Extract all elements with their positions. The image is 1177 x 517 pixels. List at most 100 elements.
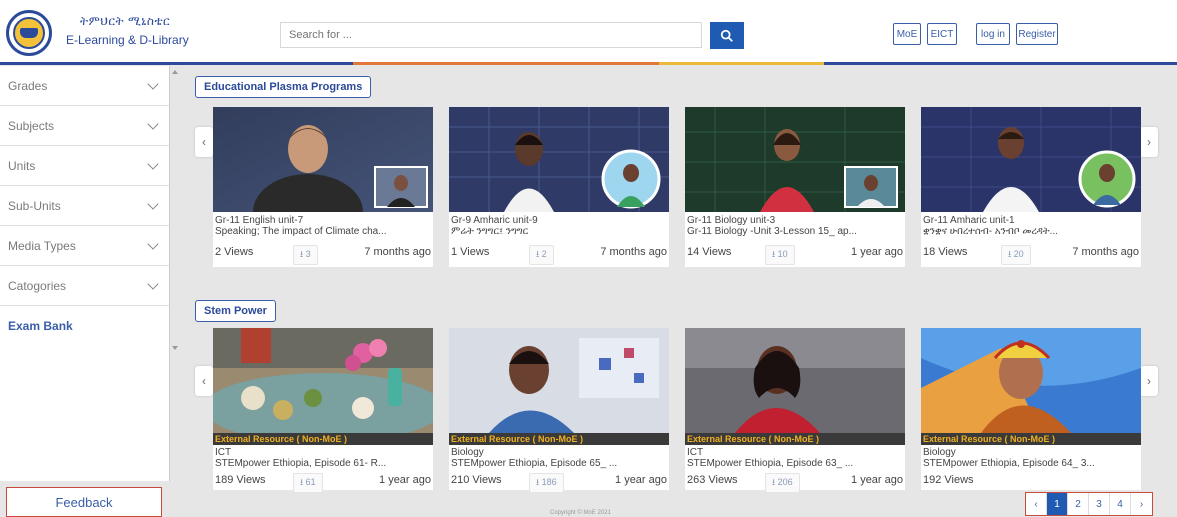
- video-card[interactable]: External Resource ( Non-MoE ) Biology ST…: [449, 328, 669, 493]
- video-card[interactable]: Gr-11 English unit-7 Speaking; The impac…: [213, 107, 433, 267]
- download-count-badge[interactable]: ⭳ 61: [293, 473, 323, 493]
- carousel-prev-button[interactable]: ‹: [195, 127, 213, 157]
- video-card[interactable]: External Resource ( Non-MoE ) ICT STEMpo…: [213, 328, 433, 493]
- video-card[interactable]: Gr-11 Biology unit-3 Gr-11 Biology -Unit…: [685, 107, 905, 267]
- search-input[interactable]: [280, 22, 702, 48]
- chevron-down-icon: [147, 157, 159, 170]
- download-count: 20: [1013, 249, 1024, 259]
- download-count-badge[interactable]: ⭳ 3: [293, 245, 318, 265]
- video-grade-unit: Gr-11 Amharic unit-1: [923, 215, 1015, 226]
- download-count-badge[interactable]: ⭳ 206: [765, 473, 800, 493]
- page-button-4[interactable]: 4: [1110, 493, 1131, 515]
- video-title[interactable]: STEMpower Ethiopia, Episode 64_ 3...: [921, 458, 1141, 469]
- download-icon: ⭳: [772, 477, 776, 487]
- sidebar-item-categories[interactable]: Catogories: [0, 266, 169, 306]
- upload-time: 7 months ago: [364, 246, 431, 258]
- section-title-stem-power[interactable]: Stem Power: [195, 300, 276, 322]
- chevron-down-icon: [147, 117, 159, 130]
- prev-page-button[interactable]: ‹: [1026, 493, 1047, 515]
- external-resource-band: External Resource ( Non-MoE ): [213, 433, 433, 445]
- moe-button[interactable]: MoE: [893, 23, 921, 45]
- video-card[interactable]: Gr-11 Amharic unit-1 ቋንቋና ሁበረተሰብ- አንብቦ መ…: [921, 107, 1141, 267]
- download-count-badge[interactable]: ⭳ 186: [529, 473, 564, 493]
- chevron-right-icon: ›: [1139, 498, 1144, 510]
- sidebar-item-label: Grades: [8, 78, 48, 93]
- view-count: 192 Views: [923, 474, 974, 486]
- download-count: 10: [777, 249, 788, 259]
- view-count: 263 Views: [687, 474, 738, 486]
- download-count-badge[interactable]: ⭳ 20: [1001, 245, 1031, 265]
- view-count: 14 Views: [687, 246, 732, 258]
- video-stats: 2 Views ⭳ 3 7 months ago: [213, 243, 433, 265]
- sidebar-item-label: Exam Bank: [8, 319, 73, 333]
- video-thumbnail[interactable]: [921, 107, 1141, 212]
- video-title[interactable]: STEMpower Ethiopia, Episode 61- R...: [213, 458, 433, 469]
- video-card[interactable]: External Resource ( Non-MoE ) ICT STEMpo…: [685, 328, 905, 493]
- sidebar-item-media-types[interactable]: Media Types: [0, 226, 169, 266]
- view-count: 189 Views: [215, 474, 266, 486]
- download-count: 186: [541, 477, 557, 487]
- video-thumbnail[interactable]: [685, 328, 905, 433]
- download-count-badge[interactable]: ⭳ 2: [529, 245, 554, 265]
- upload-time: 1 year ago: [379, 474, 431, 486]
- sidebar-item-label: Units: [8, 158, 36, 173]
- video-stats: 18 Views ⭳ 20 7 months ago: [921, 243, 1141, 265]
- video-thumbnail[interactable]: [921, 328, 1141, 433]
- video-title[interactable]: Gr-11 Biology -Unit 3-Lesson 15_ ap...: [685, 226, 905, 237]
- sidebar-scrollbar[interactable]: [172, 70, 180, 350]
- sidebar-item-units[interactable]: Units: [0, 146, 169, 186]
- video-thumbnail[interactable]: [213, 107, 433, 212]
- video-card[interactable]: External Resource ( Non-MoE ) Biology ST…: [921, 328, 1141, 490]
- video-title[interactable]: ቋንቋና ሁበረተሰብ- አንብቦ መረዳት...: [921, 226, 1141, 237]
- carousel-next-button[interactable]: ›: [1140, 366, 1158, 396]
- upload-time: 7 months ago: [600, 246, 667, 258]
- sidebar-item-exam-bank[interactable]: Exam Bank: [0, 306, 169, 346]
- chevron-down-icon: [147, 277, 159, 290]
- video-title[interactable]: STEMpower Ethiopia, Episode 65_ ...: [449, 458, 669, 469]
- sidebar-item-subjects[interactable]: Subjects: [0, 106, 169, 146]
- scroll-up-icon[interactable]: [172, 70, 178, 74]
- carousel-prev-button[interactable]: ‹: [195, 366, 213, 396]
- moe-logo[interactable]: [6, 10, 52, 56]
- page-button-1[interactable]: 1: [1047, 493, 1068, 515]
- carousel-next-button[interactable]: ›: [1140, 127, 1158, 157]
- video-thumbnail[interactable]: [449, 328, 669, 433]
- video-card[interactable]: Gr-9 Amharic unit-9 ምሬት ንግግር፤ ንግግር 1 Vie…: [449, 107, 669, 267]
- copyright: Copyright © MoE 2021: [550, 510, 611, 516]
- video-thumbnail[interactable]: [213, 328, 433, 433]
- register-button[interactable]: Register: [1016, 23, 1058, 45]
- video-title[interactable]: Speaking; The impact of Climate cha...: [213, 226, 433, 237]
- search-button[interactable]: [710, 22, 744, 49]
- video-subject: Biology: [451, 447, 484, 458]
- video-thumbnail[interactable]: [449, 107, 669, 212]
- video-subject: Biology: [923, 447, 956, 458]
- brand-title: E-Learning & D-Library: [66, 33, 189, 47]
- sidebar: Grades Subjects Units Sub-Units Media Ty…: [0, 66, 170, 351]
- chevron-down-icon: [147, 197, 159, 210]
- page-button-2[interactable]: 2: [1068, 493, 1089, 515]
- upload-time: 7 months ago: [1072, 246, 1139, 258]
- video-stats: 189 Views ⭳ 61 1 year ago: [213, 471, 433, 493]
- video-thumbnail[interactable]: [685, 107, 905, 212]
- external-resource-band: External Resource ( Non-MoE ): [685, 433, 905, 445]
- login-button[interactable]: log in: [976, 23, 1010, 45]
- next-page-button[interactable]: ›: [1131, 493, 1152, 515]
- download-count-badge[interactable]: ⭳ 10: [765, 245, 795, 265]
- scroll-down-icon[interactable]: [172, 346, 178, 350]
- sidebar-empty-area: [0, 351, 170, 481]
- section-title-plasma[interactable]: Educational Plasma Programs: [195, 76, 372, 98]
- sidebar-item-label: Catogories: [8, 278, 67, 293]
- upload-time: 1 year ago: [851, 246, 903, 258]
- video-title[interactable]: STEMpower Ethiopia, Episode 63_ ...: [685, 458, 905, 469]
- feedback-button[interactable]: Feedback: [6, 487, 162, 517]
- search-icon: [720, 29, 733, 42]
- video-stats: 14 Views ⭳ 10 1 year ago: [685, 243, 905, 265]
- view-count: 2 Views: [215, 246, 254, 258]
- video-title[interactable]: ምሬት ንግግር፤ ንግግር: [449, 226, 669, 237]
- page-button-3[interactable]: 3: [1089, 493, 1110, 515]
- chevron-down-icon: [147, 237, 159, 250]
- download-icon: ⭳: [536, 477, 540, 487]
- sidebar-item-grades[interactable]: Grades: [0, 66, 169, 106]
- sidebar-item-sub-units[interactable]: Sub-Units: [0, 186, 169, 226]
- eict-button[interactable]: EICT: [927, 23, 957, 45]
